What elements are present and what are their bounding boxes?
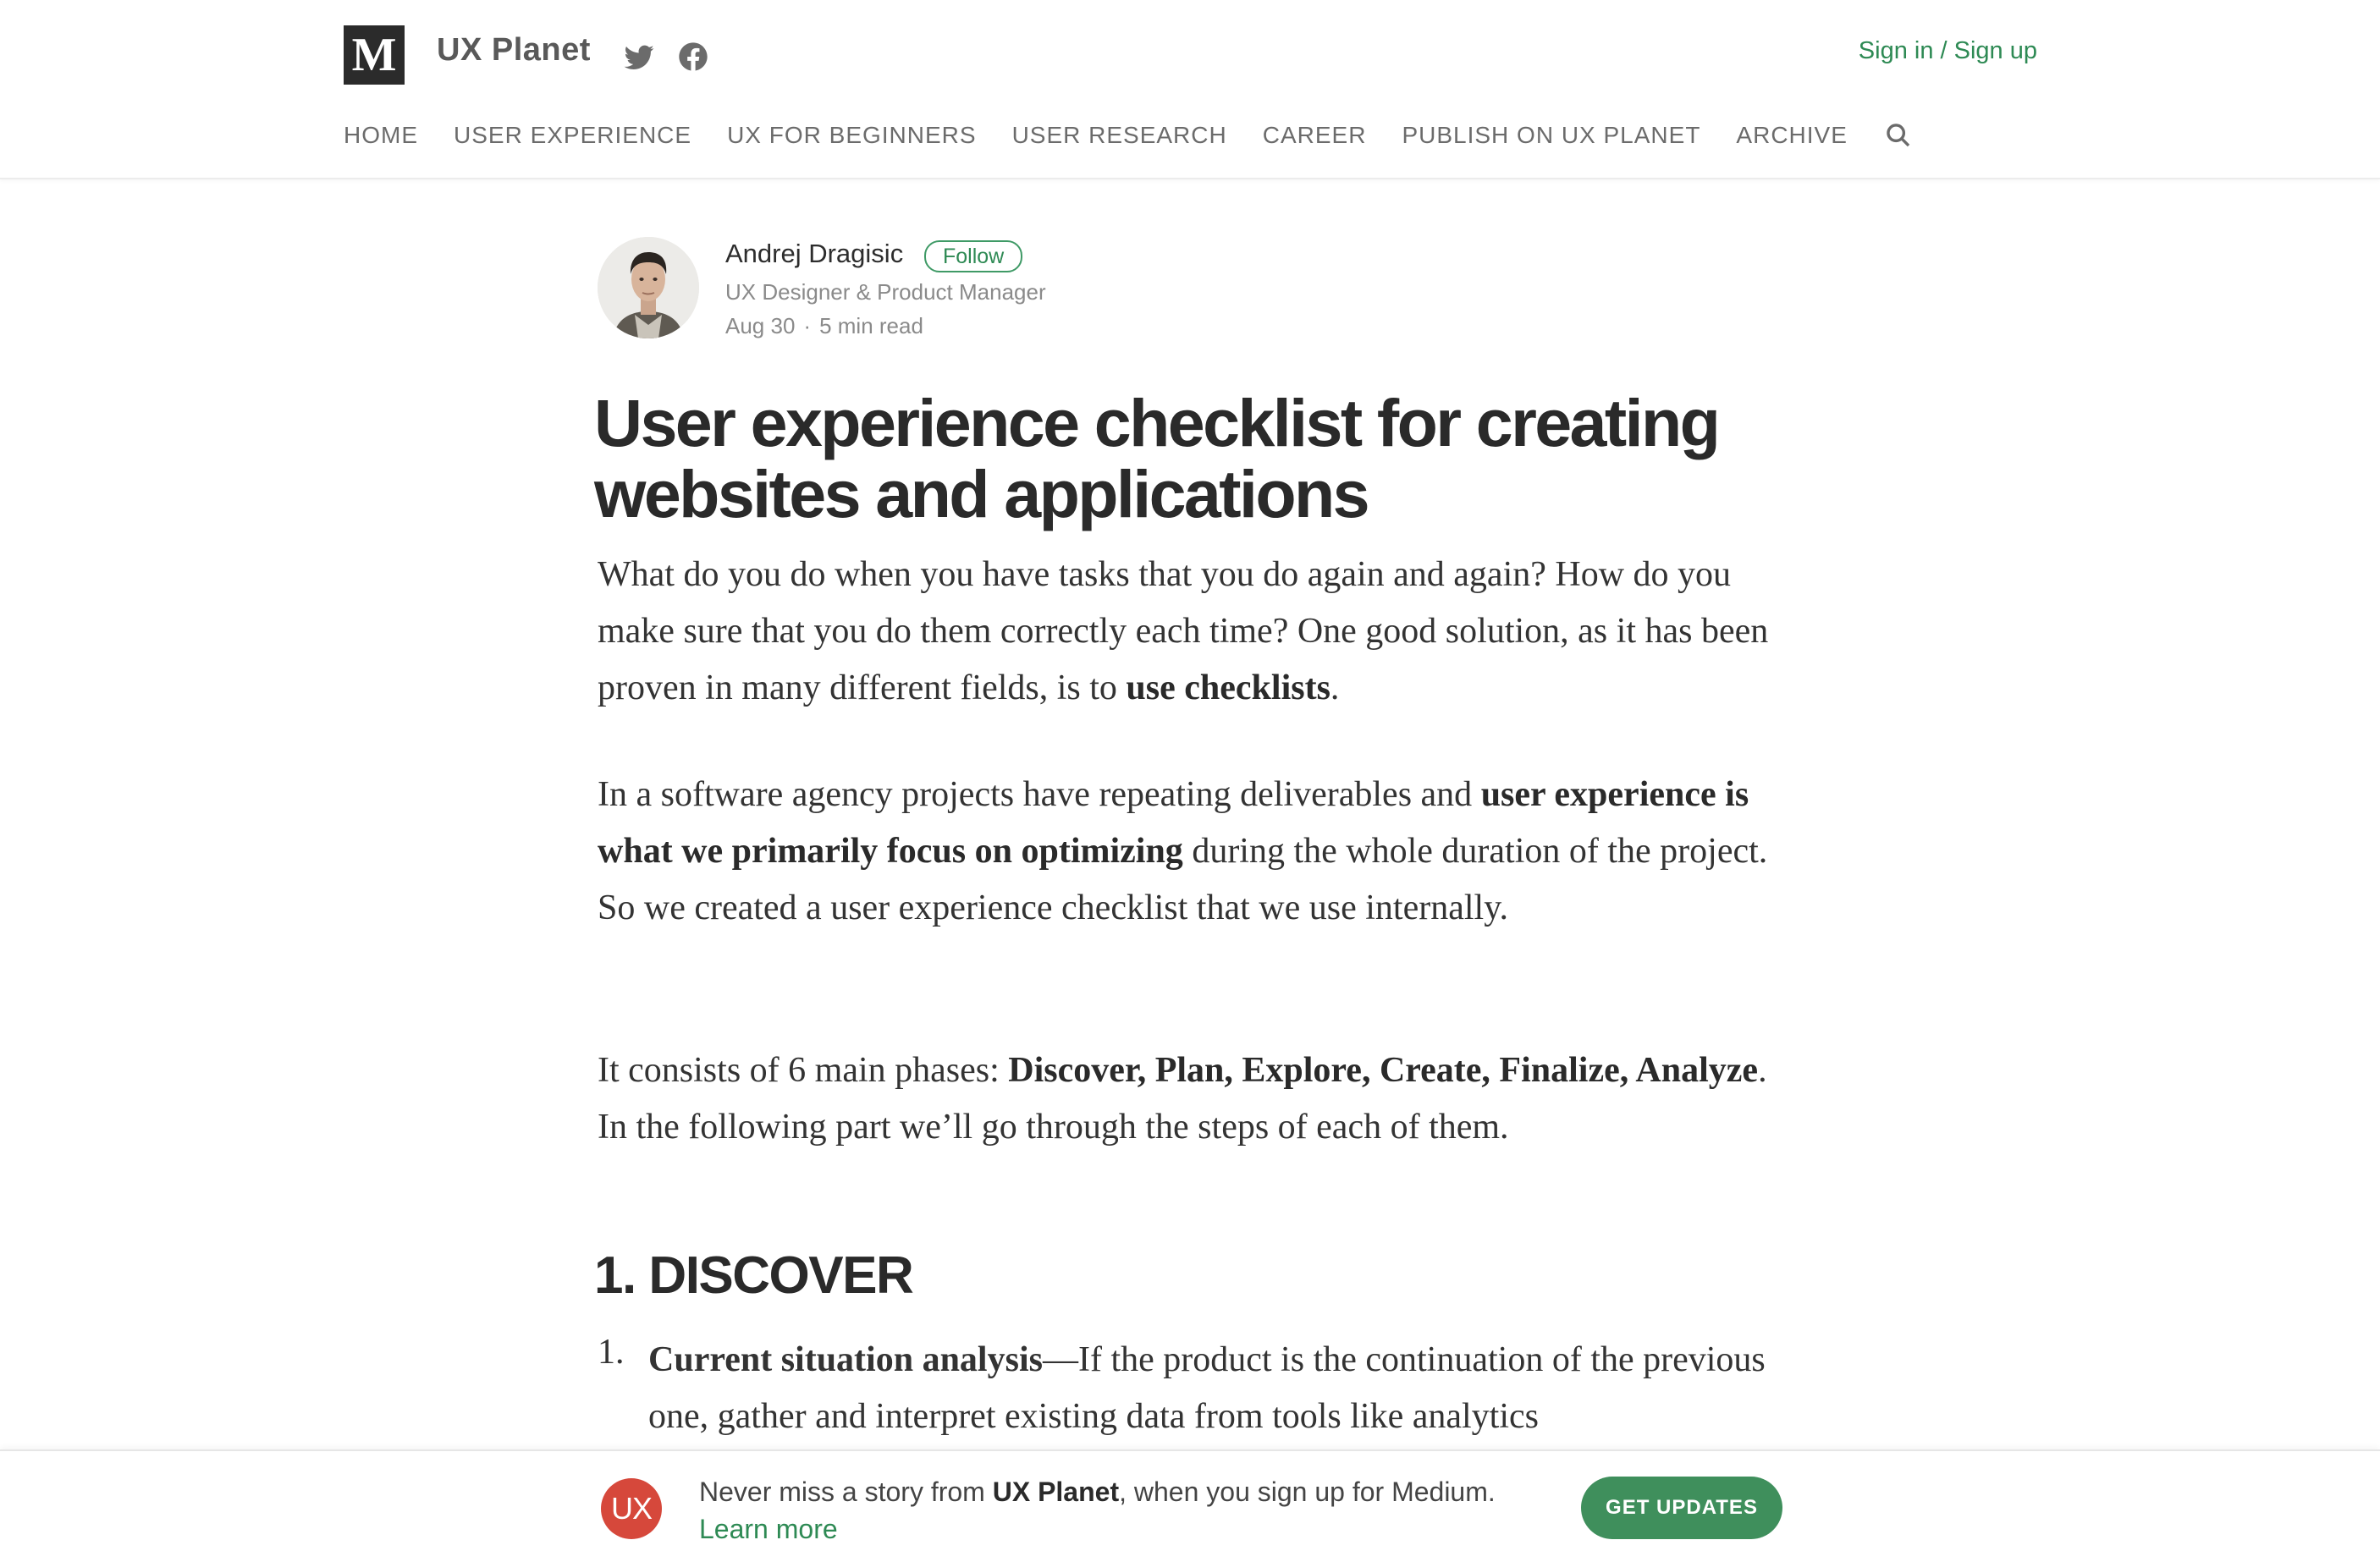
publication-nav: HOME USER EXPERIENCE UX FOR BEGINNERS US… <box>344 120 1914 151</box>
paragraph-1-bold: use checklists <box>1126 668 1330 707</box>
post-date[interactable]: Aug 30 <box>725 313 795 338</box>
banner-publication: UX Planet <box>992 1477 1120 1507</box>
learn-more-link[interactable]: Learn more <box>699 1514 838 1544</box>
nav-item-user-experience[interactable]: USER EXPERIENCE <box>454 122 691 149</box>
section-heading-discover: 1. DISCOVER <box>594 1246 914 1305</box>
follow-button[interactable]: Follow <box>924 240 1023 272</box>
signup-banner: UX Never miss a story from UX Planet, wh… <box>0 1449 2380 1562</box>
medium-logo[interactable]: M <box>344 25 405 85</box>
facebook-icon[interactable] <box>675 39 711 74</box>
search-icon[interactable] <box>1883 120 1914 151</box>
meta-separator: · <box>803 313 812 338</box>
paragraph-3-text: It consists of 6 main phases: <box>598 1051 1009 1090</box>
twitter-icon-glyph <box>624 45 654 69</box>
list-item: Current situation analysis—If the produc… <box>648 1332 1799 1445</box>
banner-message: Never miss a story from UX Planet, when … <box>699 1473 1545 1548</box>
ux-planet-avatar[interactable]: UX <box>601 1478 662 1539</box>
paragraph-2: In a software agency projects have repea… <box>598 767 1782 937</box>
search-icon-glyph <box>1887 124 1910 147</box>
paragraph-1-end: . <box>1330 668 1340 707</box>
nav-item-publish[interactable]: PUBLISH ON UX PLANET <box>1402 122 1700 149</box>
author-photo <box>598 237 699 338</box>
twitter-icon[interactable] <box>621 39 657 74</box>
read-time: 5 min read <box>819 313 923 338</box>
paragraph-1: What do you do when you have tasks that … <box>598 547 1782 717</box>
nav-item-user-research[interactable]: USER RESEARCH <box>1012 122 1227 149</box>
get-updates-button[interactable]: GET UPDATES <box>1581 1477 1782 1539</box>
author-bio: UX Designer & Product Manager <box>725 279 1046 305</box>
list-item-number: 1. <box>598 1333 625 1372</box>
list-item-bold: Current situation analysis <box>648 1340 1043 1379</box>
facebook-icon-glyph <box>679 42 708 71</box>
nav-item-home[interactable]: HOME <box>344 122 418 149</box>
paragraph-3-bold: Discover, Plan, Explore, Create, Finaliz… <box>1008 1051 1759 1090</box>
nav-item-ux-for-beginners[interactable]: UX FOR BEGINNERS <box>727 122 976 149</box>
article-title: User experience checklist for creating w… <box>594 385 1721 531</box>
banner-text-after: , when you sign up for Medium. <box>1119 1477 1496 1507</box>
signin-signup-link[interactable]: Sign in / Sign up <box>1859 37 2037 65</box>
paragraph-3: It consists of 6 main phases: Discover, … <box>598 1042 1782 1156</box>
nav-item-archive[interactable]: ARCHIVE <box>1736 122 1847 149</box>
banner-text-before: Never miss a story from <box>699 1477 993 1507</box>
top-header: M UX Planet Sign in / Sign up HOME USER … <box>0 0 2380 179</box>
nav-item-career[interactable]: CAREER <box>1263 122 1367 149</box>
publication-name[interactable]: UX Planet <box>437 32 591 69</box>
paragraph-2-text: In a software agency projects have repea… <box>598 775 1481 814</box>
author-name[interactable]: Andrej Dragisic <box>725 239 903 269</box>
post-meta: Aug 30 · 5 min read <box>725 313 923 339</box>
author-avatar[interactable] <box>598 237 699 338</box>
